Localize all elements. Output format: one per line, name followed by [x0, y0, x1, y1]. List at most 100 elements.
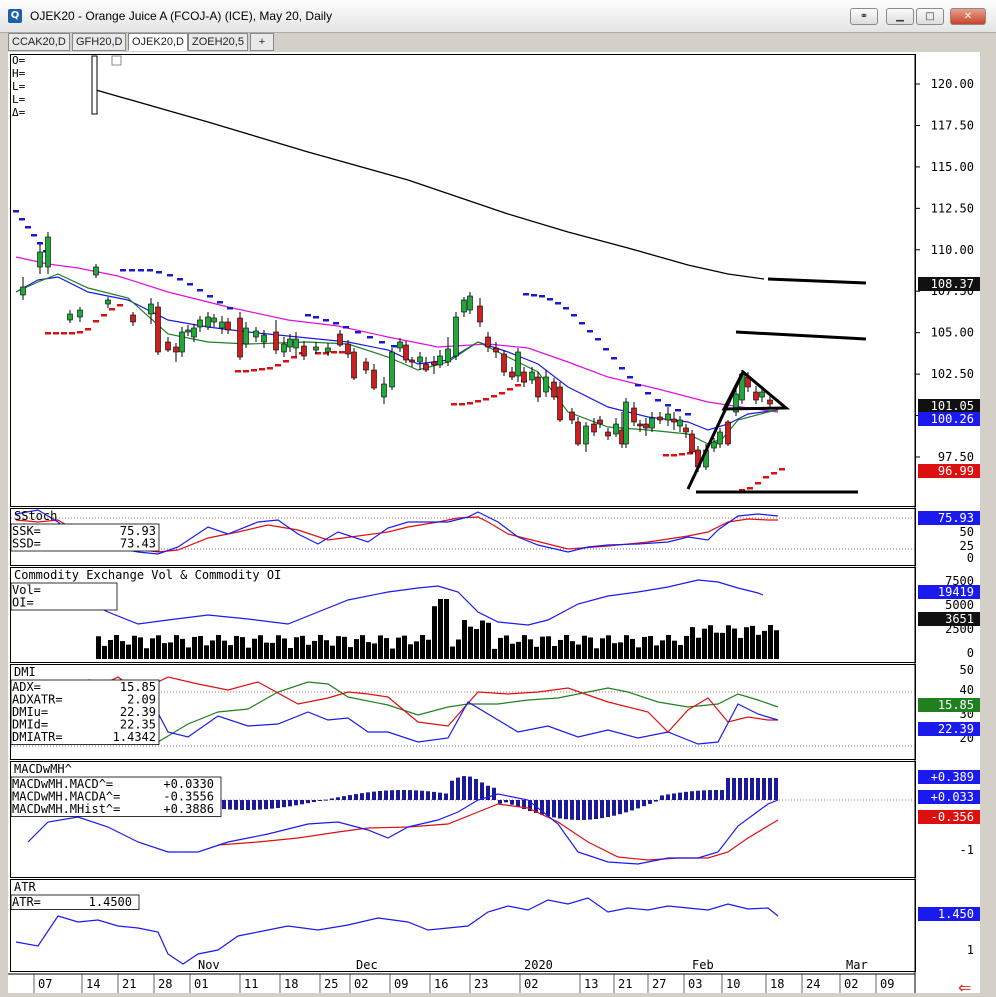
volume-bar [324, 640, 329, 659]
volume-bar [564, 635, 569, 659]
day-label: 14 [86, 977, 100, 991]
ohlc-readout: O=H=L=L=Δ= [12, 54, 26, 119]
candle-body [287, 338, 293, 348]
psar-dot [69, 332, 75, 335]
tab-ojek20[interactable]: OJEK20,D [128, 33, 188, 51]
panel-title: Commodity Exchange Vol & Commodity OI [14, 568, 281, 582]
macd-hist-bar [564, 800, 568, 820]
psar-dot [85, 328, 91, 331]
volume-bar [252, 638, 257, 659]
add-tab-button[interactable]: + [250, 33, 274, 51]
minimize-button[interactable]: ▁ [886, 8, 914, 25]
chart-area[interactable]: O= H= L= L= Δ= 120.00 117.50 115.00 112.50 110.0… [8, 52, 980, 993]
macd-hist-bar [222, 800, 226, 810]
link-icon[interactable]: ⚭ [850, 8, 878, 25]
macd-hist-bar [414, 790, 418, 800]
psar-dot [331, 351, 337, 354]
volume-bar [210, 640, 215, 659]
macd-hist-bar [294, 800, 298, 806]
macd-hist-bar [234, 800, 238, 810]
macd-hist-bar [324, 799, 328, 801]
volume-bar [648, 636, 653, 659]
candle-body [45, 236, 51, 268]
tab-zoeh20[interactable]: ZOEH20,5 [188, 33, 248, 51]
candle-body [657, 416, 663, 421]
volume-bar [552, 645, 557, 659]
macd-hist-bar [606, 800, 610, 818]
volume-bar [420, 635, 425, 659]
scroll-left-arrow-icon[interactable]: ⇐ [958, 978, 971, 997]
volume-bar [234, 635, 239, 659]
volume-bar [174, 635, 179, 659]
psar-dot [109, 308, 115, 311]
macd-hist-bar [552, 800, 556, 818]
psar-dot [645, 392, 651, 395]
tab-gfh20[interactable]: GFH20,D [72, 33, 127, 51]
candle-body [273, 331, 279, 351]
price-tick-label: 112.50 [931, 201, 974, 215]
psar-dot [227, 307, 233, 310]
zoom-icon[interactable] [111, 55, 122, 66]
macd-hist-bar [666, 794, 670, 800]
day-label: 09 [880, 977, 894, 991]
day-label: 23 [474, 977, 488, 991]
volume-bar [588, 637, 593, 659]
psar-dot [31, 234, 37, 237]
volume-bar [456, 639, 461, 659]
indicator-badge-text: 19419 [938, 585, 974, 599]
macd-hist-bar [264, 800, 268, 810]
candle-body [665, 413, 671, 421]
psar-dot [305, 314, 311, 317]
price-badge-text: 96.99 [938, 464, 974, 478]
axis-label: 50 [960, 525, 974, 539]
psar-dot [483, 398, 489, 401]
macd-hist-bar [618, 800, 622, 815]
volume-bar [582, 635, 587, 659]
macd-hist-bar [726, 778, 730, 800]
candle-body [237, 317, 243, 358]
tab-ccak20[interactable]: CCAK20,D [8, 33, 70, 51]
macd-hist-bar [594, 800, 598, 820]
maximize-button[interactable]: □ [916, 8, 944, 25]
macd-hist-bar [714, 790, 718, 800]
axis-label: 40 [960, 683, 974, 697]
candle-body [671, 418, 677, 423]
candle-body [521, 371, 527, 383]
volume-bar [714, 632, 719, 659]
psar-dot [147, 269, 153, 272]
volume-bar [696, 637, 701, 659]
price-tick-label: 97.50 [938, 450, 974, 464]
psar-dot [771, 472, 777, 475]
macd-hist-bar [408, 790, 412, 800]
psar-dot [579, 322, 585, 325]
macd-hist-bar [390, 790, 394, 800]
panel-title: ATR [14, 880, 36, 894]
candle-body [351, 351, 357, 379]
volume-bar [198, 636, 203, 659]
macd-hist-bar [480, 782, 484, 800]
volume-bar [570, 641, 575, 659]
psar-dot [595, 338, 601, 341]
macd-hist-bar [600, 800, 604, 819]
candle-body [551, 381, 557, 398]
macd-hist-bar [258, 800, 262, 810]
macd-hist-bar [228, 800, 232, 810]
close-button[interactable]: ✕ [950, 8, 986, 25]
candle-body [243, 327, 249, 345]
volume-bar [366, 642, 371, 659]
psar-dot [379, 341, 385, 344]
candle-body [67, 313, 73, 321]
data-window-handle[interactable] [91, 55, 98, 115]
candle-body [557, 386, 563, 421]
volume-bar [462, 620, 467, 659]
candle-body [77, 309, 83, 318]
volume-bar [618, 642, 623, 659]
psar-dot [283, 360, 289, 363]
volume-bar [612, 643, 617, 659]
psar-dot [555, 302, 561, 305]
macd-hist-bar [366, 792, 370, 800]
psar-dot [93, 320, 99, 323]
macd-hist-bar [588, 800, 592, 820]
volume-bar [690, 627, 695, 659]
candle-body [643, 423, 649, 429]
